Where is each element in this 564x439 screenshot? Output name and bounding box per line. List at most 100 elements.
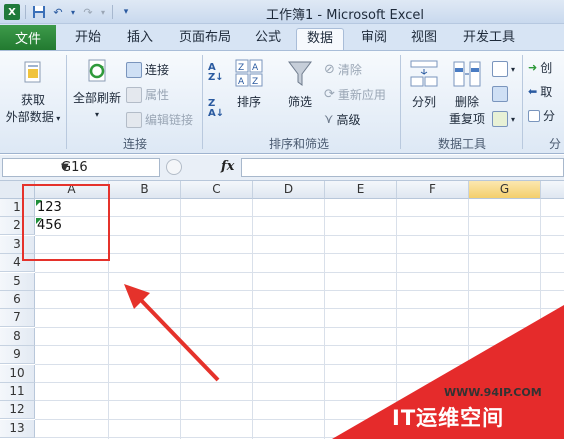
row-header-6[interactable]: 6 (0, 291, 35, 309)
edit-links-button[interactable]: 编辑链接 (126, 111, 193, 128)
column-header-c[interactable]: C (181, 181, 253, 199)
consolidate-icon (492, 86, 508, 102)
reapply-button[interactable]: ⟳ 重新应用 (324, 86, 386, 103)
save-icon[interactable] (31, 4, 47, 20)
svg-text:A: A (238, 77, 245, 87)
name-box[interactable]: G16 ▼ (2, 158, 160, 177)
subtotal-button[interactable]: 分 (528, 107, 555, 124)
edit-links-label: 编辑链接 (145, 113, 194, 127)
connections-label: 连接 (145, 63, 170, 77)
window-title: 工作簿1 - Microsoft Excel (266, 8, 424, 23)
ungroup-button[interactable]: ⬅ 取 (528, 83, 552, 100)
row-header-8[interactable]: 8 (0, 327, 35, 346)
subtotal-icon (528, 109, 540, 122)
tab-view[interactable]: 视图 (400, 28, 448, 50)
name-box-dropdown-icon[interactable]: ▼ (61, 159, 156, 176)
formula-bar-divider-icon[interactable] (166, 159, 182, 175)
undo-dropdown-icon[interactable]: ▾ (69, 4, 77, 20)
ribbon-tab-row: 文件 开始 插入 页面布局 公式 数据 审阅 视图 开发工具 (0, 24, 564, 50)
row-header-12[interactable]: 12 (0, 401, 35, 420)
tab-review[interactable]: 审阅 (350, 28, 398, 50)
connections-icon (126, 61, 142, 78)
refresh-icon (84, 57, 110, 85)
properties-icon (126, 86, 142, 103)
sort-az-icon: A Z↓ (208, 62, 224, 83)
clear-button[interactable]: ⊘ 清除 (324, 61, 362, 78)
column-header-f[interactable]: F (397, 181, 469, 199)
watermark-url: WWW.94IP.COM (444, 386, 542, 399)
text-to-columns-label: 分列 (411, 95, 436, 109)
gridline-horizontal (35, 437, 564, 439)
what-if-icon (492, 111, 508, 127)
customize-qat-icon[interactable]: ▾ (118, 4, 134, 20)
row-header-13[interactable]: 13 (0, 419, 35, 438)
dropdown-arrow-icon: ▾ (94, 110, 99, 119)
refresh-all-label: 全部刷新 (72, 91, 121, 105)
filter-label: 筛选 (287, 95, 312, 109)
sort-descending-button[interactable]: Z A↓ (208, 99, 224, 119)
row-header-5[interactable]: 5 (0, 272, 35, 291)
tab-page-layout[interactable]: 页面布局 (170, 28, 240, 50)
highlight-box (22, 184, 110, 261)
group-label-data-tools: 数据工具 (437, 137, 486, 151)
remove-duplicates-label-2: 重复项 (448, 112, 485, 126)
group-create-label: 创 (540, 61, 553, 75)
gridline-horizontal (35, 363, 564, 365)
text-to-columns-button[interactable]: 分列 (404, 59, 444, 110)
formula-input[interactable] (241, 158, 564, 177)
row-header-11[interactable]: 11 (0, 383, 35, 401)
dropdown-arrow-icon: ▾ (511, 64, 516, 74)
tab-formulas[interactable]: 公式 (244, 28, 292, 50)
tab-file[interactable]: 文件 (0, 25, 56, 50)
properties-label: 属性 (145, 88, 170, 102)
sort-za-icon: Z A↓ (208, 98, 225, 119)
title-bar: X ↶ ▾ ↷ ▾ ▾ 工作簿1 - Microsoft Excel (0, 0, 564, 24)
get-external-data-label-2: 外部数据 (5, 110, 54, 124)
advanced-filter-icon: ⋎ (324, 112, 334, 127)
dropdown-arrow-icon: ▾ (53, 114, 61, 123)
insert-function-icon[interactable]: fx (221, 159, 234, 174)
row-header-10[interactable]: 10 (0, 364, 35, 383)
row-header-7[interactable]: 7 (0, 309, 35, 328)
gridline-horizontal (35, 290, 564, 291)
column-header-b[interactable]: B (109, 181, 181, 199)
tab-insert[interactable]: 插入 (116, 28, 164, 50)
data-validation-icon (492, 61, 508, 77)
excel-logo-icon[interactable]: X (4, 4, 20, 20)
sort-icon: ZAAZ (235, 59, 263, 89)
properties-button[interactable]: 属性 (126, 86, 169, 103)
what-if-analysis-button[interactable]: ▾ (492, 111, 515, 127)
qat-separator (25, 5, 26, 19)
get-external-data-button[interactable]: 获取 外部数据 ▾ (4, 61, 62, 125)
column-header-e[interactable]: E (325, 181, 397, 199)
consolidate-button[interactable] (492, 86, 508, 102)
tab-developer[interactable]: 开发工具 (454, 28, 524, 50)
column-header-g[interactable]: G (469, 181, 541, 199)
sort-button[interactable]: ZAAZ 排序 (232, 59, 266, 110)
filter-funnel-icon (287, 59, 313, 89)
column-header-h[interactable] (541, 181, 564, 199)
reapply-icon: ⟳ (324, 87, 335, 102)
tab-home[interactable]: 开始 (64, 28, 112, 50)
gridline-horizontal (35, 271, 564, 273)
clear-label: 清除 (337, 63, 362, 77)
undo-icon[interactable]: ↶ (50, 4, 66, 20)
group-create-button[interactable]: ➜ 创 (528, 59, 552, 76)
qat-separator-2 (112, 5, 113, 19)
gridline-horizontal (35, 234, 564, 236)
watermark-brand: IT运维空间 (392, 406, 505, 430)
column-header-d[interactable]: D (253, 181, 325, 199)
connections-button[interactable]: 连接 (126, 61, 169, 78)
filter-button[interactable]: 筛选 (282, 59, 318, 110)
advanced-button[interactable]: ⋎ 高级 (324, 111, 361, 128)
tab-data[interactable]: 数据 (296, 28, 344, 50)
data-validation-button[interactable]: ▾ (492, 61, 515, 77)
refresh-all-button[interactable]: 全部刷新 ▾ (70, 57, 124, 119)
sort-ascending-button[interactable]: A Z↓ (208, 63, 224, 83)
row-header-9[interactable]: 9 (0, 346, 35, 365)
group-separator (522, 55, 523, 149)
gridline-horizontal (35, 253, 564, 255)
redo-icon[interactable]: ↷ (80, 4, 96, 20)
redo-dropdown-icon[interactable]: ▾ (99, 4, 107, 20)
remove-duplicates-button[interactable]: 删除 重复项 (446, 59, 488, 127)
